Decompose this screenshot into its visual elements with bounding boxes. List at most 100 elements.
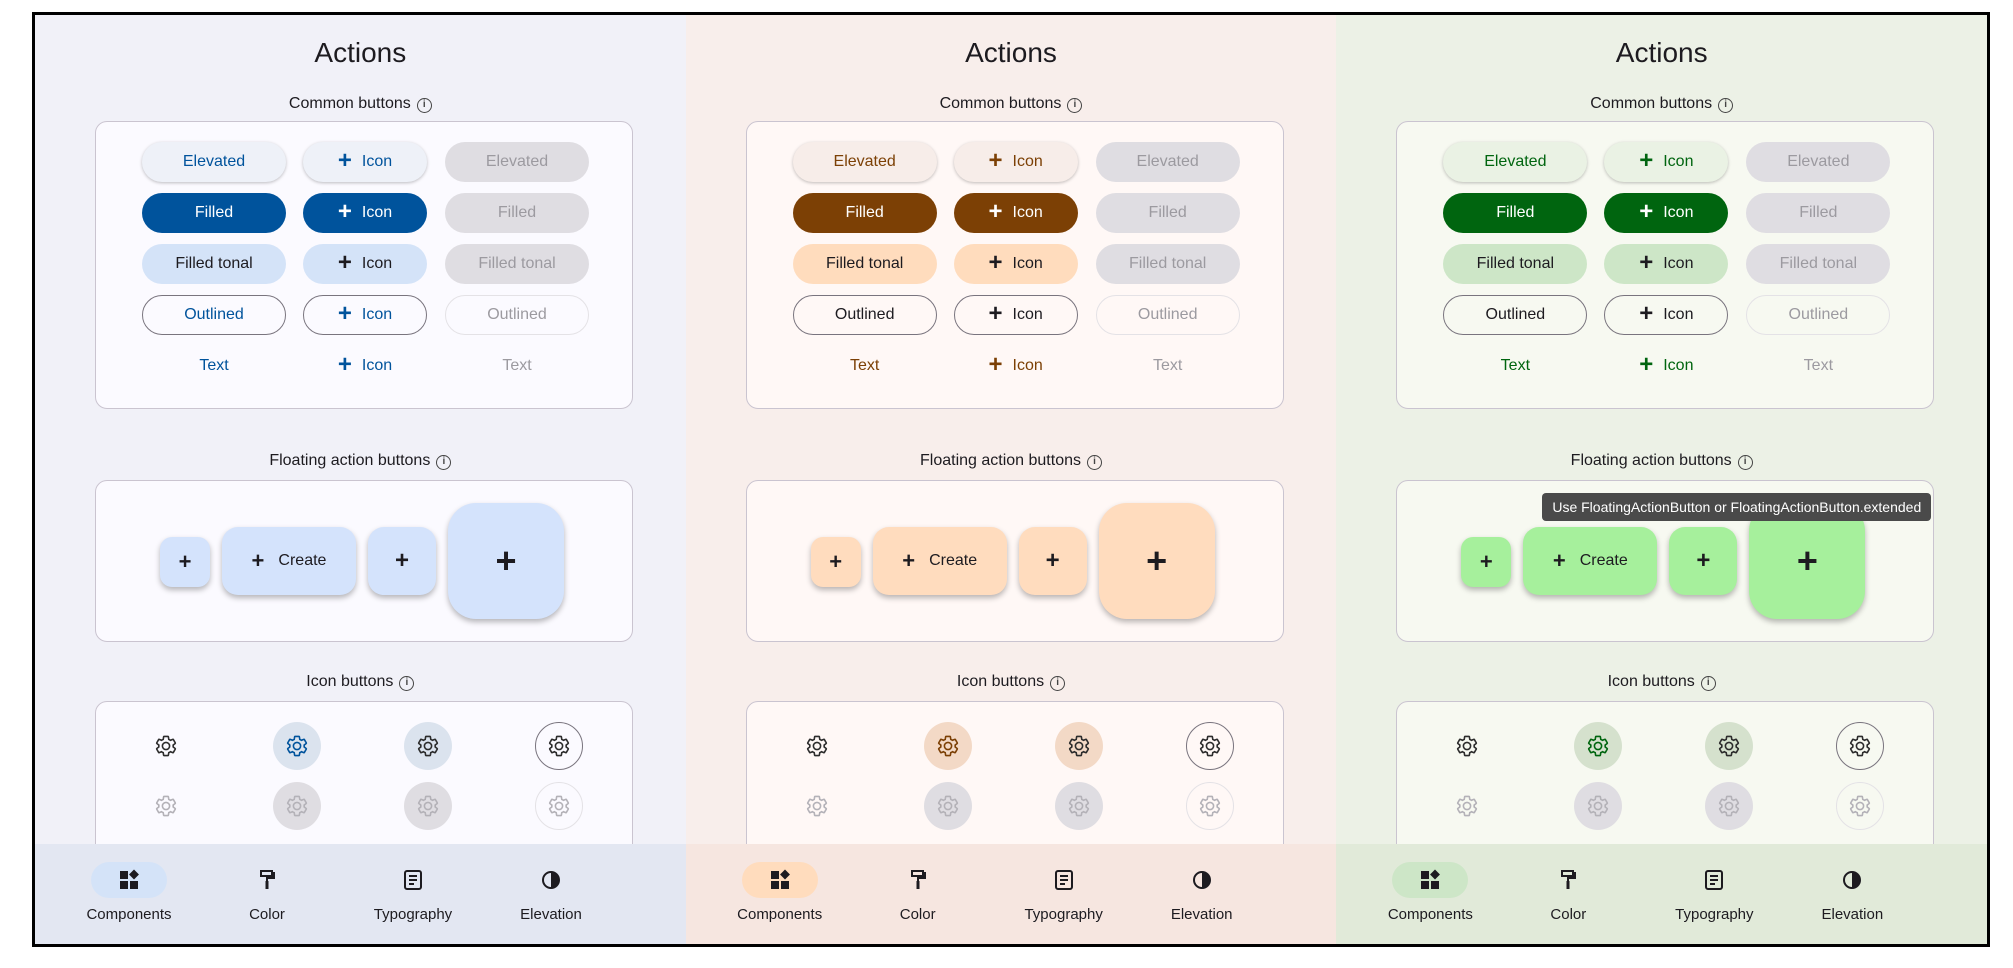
elevated-icon-button[interactable]: + Icon	[1604, 142, 1729, 182]
extended-fab[interactable]: + Create	[1523, 527, 1658, 595]
tonal-icon-button[interactable]	[1705, 722, 1754, 770]
filled-button[interactable]: Filled	[1443, 193, 1588, 233]
info-icon[interactable]: i	[1737, 455, 1753, 470]
disabled-text-button[interactable]: Text	[1746, 346, 1890, 386]
large-fab[interactable]: +	[448, 503, 564, 619]
small-fab[interactable]: +	[160, 537, 210, 587]
disabled-filled-icon-button[interactable]	[273, 782, 321, 830]
disabled-filled-tonal-button[interactable]: Filled tonal	[1095, 244, 1240, 284]
text-button[interactable]: Text	[793, 346, 937, 386]
disabled-tonal-icon-button[interactable]	[1054, 782, 1103, 830]
filled-tonal-icon-button[interactable]: + Icon	[303, 244, 427, 284]
outlined-icon-button[interactable]: + Icon	[303, 295, 427, 335]
nav-item-color[interactable]: Color	[187, 862, 347, 923]
filled-icon-button[interactable]: + Icon	[1604, 193, 1729, 233]
info-icon[interactable]: i	[416, 98, 432, 113]
text-icon-button[interactable]: + Icon	[954, 346, 1078, 386]
small-fab[interactable]: +	[810, 537, 861, 587]
elevated-icon-button[interactable]: + Icon	[953, 142, 1078, 182]
disabled-elevated-button[interactable]: Elevated	[445, 142, 589, 182]
outlined-icon-button[interactable]	[1836, 722, 1885, 770]
disabled-standard-icon-button[interactable]	[1443, 782, 1491, 830]
disabled-outlined-icon-button[interactable]	[535, 782, 583, 830]
nav-item-elevation[interactable]: Elevation	[1122, 862, 1282, 923]
info-icon[interactable]: i	[436, 455, 452, 470]
disabled-tonal-icon-button[interactable]	[404, 782, 452, 830]
elevated-button[interactable]: Elevated	[792, 142, 937, 182]
disabled-filled-tonal-button[interactable]: Filled tonal	[445, 244, 589, 284]
disabled-text-button[interactable]: Text	[1096, 346, 1240, 386]
nav-item-color[interactable]: Color	[838, 862, 998, 923]
outlined-icon-button[interactable]	[1185, 722, 1234, 770]
outlined-icon-button[interactable]: + Icon	[953, 295, 1078, 335]
outlined-button[interactable]: Outlined	[142, 295, 286, 335]
extended-fab[interactable]: + Create	[222, 527, 356, 595]
fab[interactable]: +	[1018, 527, 1087, 595]
text-icon-button[interactable]: + Icon	[1604, 346, 1728, 386]
info-icon[interactable]: i	[1700, 676, 1716, 691]
disabled-text-button[interactable]: Text	[445, 346, 589, 386]
text-button[interactable]: Text	[142, 346, 286, 386]
filled-icon-button[interactable]	[923, 722, 972, 770]
filled-tonal-button[interactable]: Filled tonal	[792, 244, 937, 284]
info-icon[interactable]: i	[1718, 98, 1734, 113]
small-fab[interactable]: +	[1461, 537, 1512, 587]
outlined-icon-button[interactable]: + Icon	[1604, 295, 1729, 335]
nav-item-typography[interactable]: Typography	[984, 862, 1144, 923]
nav-item-components[interactable]: Components	[700, 862, 860, 923]
disabled-filled-button[interactable]: Filled	[1746, 193, 1891, 233]
standard-icon-button[interactable]	[1443, 722, 1491, 770]
nav-item-components[interactable]: Components	[1350, 862, 1510, 923]
nav-item-components[interactable]: Components	[49, 862, 209, 923]
disabled-outlined-icon-button[interactable]	[1185, 782, 1234, 830]
outlined-icon-button[interactable]	[535, 722, 583, 770]
info-icon[interactable]: i	[1087, 455, 1102, 470]
disabled-outlined-icon-button[interactable]	[1836, 782, 1885, 830]
nav-item-elevation[interactable]: Elevation	[471, 862, 631, 923]
filled-tonal-icon-button[interactable]: + Icon	[1604, 244, 1729, 284]
nav-item-elevation[interactable]: Elevation	[1772, 862, 1932, 923]
fab[interactable]: +	[1669, 527, 1738, 595]
standard-icon-button[interactable]	[142, 722, 190, 770]
filled-icon-button[interactable]	[273, 722, 321, 770]
disabled-filled-icon-button[interactable]	[1574, 782, 1623, 830]
text-button[interactable]: Text	[1443, 346, 1587, 386]
fab[interactable]: +	[368, 527, 436, 595]
nav-item-color[interactable]: Color	[1488, 862, 1648, 923]
tonal-icon-button[interactable]	[1054, 722, 1103, 770]
disabled-tonal-icon-button[interactable]	[1705, 782, 1754, 830]
elevated-button[interactable]: Elevated	[1443, 142, 1588, 182]
disabled-filled-tonal-button[interactable]: Filled tonal	[1746, 244, 1891, 284]
disabled-standard-icon-button[interactable]	[142, 782, 190, 830]
outlined-button[interactable]: Outlined	[792, 295, 937, 335]
tonal-icon-button[interactable]	[404, 722, 452, 770]
nav-item-typography[interactable]: Typography	[333, 862, 493, 923]
disabled-filled-button[interactable]: Filled	[445, 193, 589, 233]
standard-icon-button[interactable]	[793, 722, 841, 770]
text-icon-button[interactable]: + Icon	[303, 346, 427, 386]
disabled-elevated-button[interactable]: Elevated	[1746, 142, 1891, 182]
disabled-outlined-button[interactable]: Outlined	[1095, 295, 1240, 335]
info-icon[interactable]: i	[1067, 98, 1083, 113]
filled-tonal-button[interactable]: Filled tonal	[142, 244, 286, 284]
outlined-button[interactable]: Outlined	[1443, 295, 1588, 335]
large-fab[interactable]: +	[1098, 503, 1215, 619]
filled-button[interactable]: Filled	[142, 193, 286, 233]
info-icon[interactable]: i	[1050, 676, 1066, 691]
filled-tonal-icon-button[interactable]: + Icon	[953, 244, 1078, 284]
filled-tonal-button[interactable]: Filled tonal	[1443, 244, 1588, 284]
disabled-standard-icon-button[interactable]	[793, 782, 841, 830]
extended-fab[interactable]: + Create	[872, 527, 1007, 595]
elevated-button[interactable]: Elevated	[142, 142, 286, 182]
filled-icon-button[interactable]	[1574, 722, 1623, 770]
filled-icon-button[interactable]: + Icon	[953, 193, 1078, 233]
filled-button[interactable]: Filled	[792, 193, 937, 233]
disabled-elevated-button[interactable]: Elevated	[1095, 142, 1240, 182]
disabled-outlined-button[interactable]: Outlined	[1746, 295, 1891, 335]
disabled-filled-button[interactable]: Filled	[1095, 193, 1240, 233]
info-icon[interactable]: i	[399, 676, 415, 691]
elevated-icon-button[interactable]: + Icon	[303, 142, 427, 182]
nav-item-typography[interactable]: Typography	[1634, 862, 1794, 923]
disabled-outlined-button[interactable]: Outlined	[445, 295, 589, 335]
filled-icon-button[interactable]: + Icon	[303, 193, 427, 233]
